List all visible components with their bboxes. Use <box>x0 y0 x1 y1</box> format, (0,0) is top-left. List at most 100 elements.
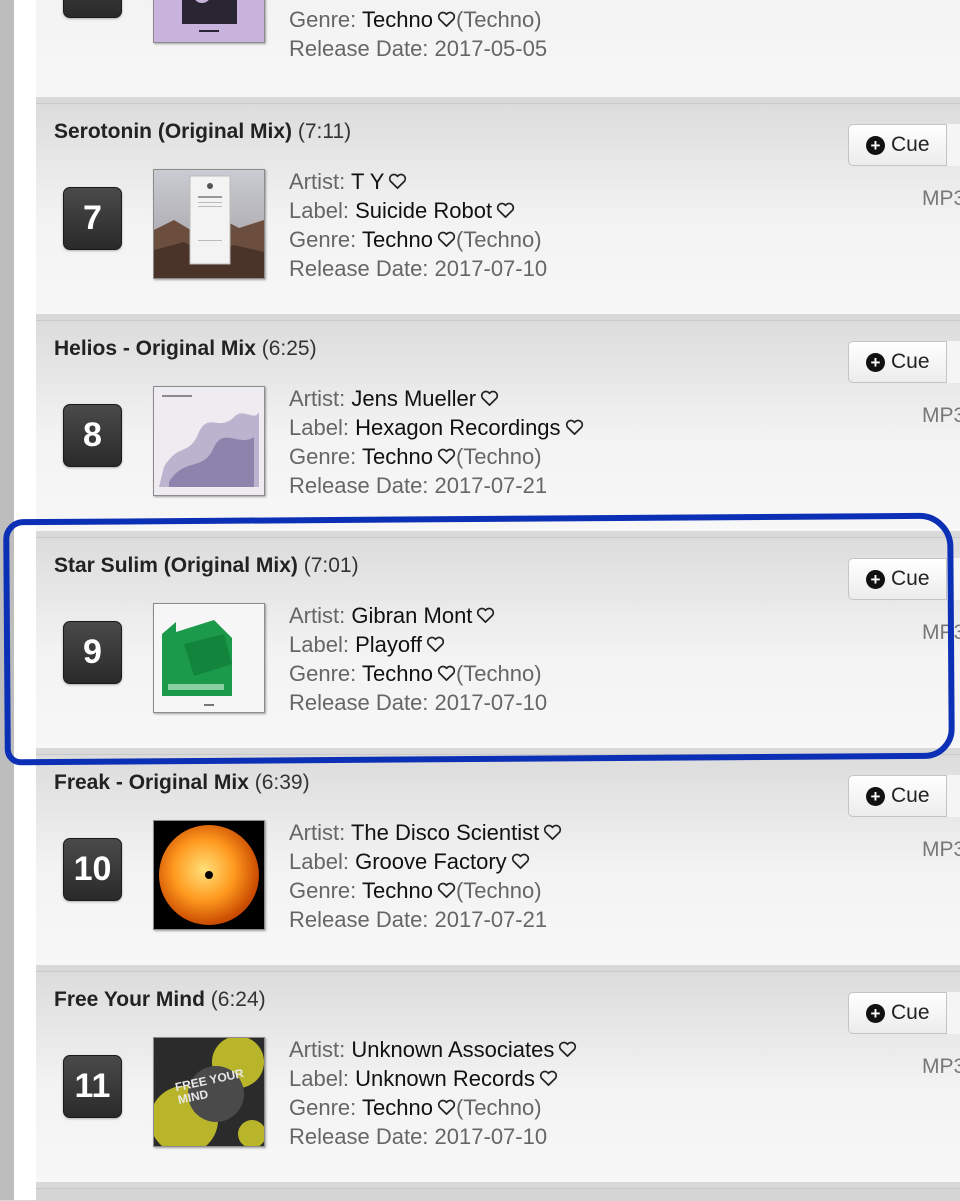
heart-icon[interactable] <box>543 824 562 841</box>
cue-menu-toggle[interactable] <box>946 992 960 1034</box>
rank-badge: 7 <box>63 187 122 250</box>
label-link[interactable]: Playoff <box>355 632 422 657</box>
label-line: Label: Playoff <box>289 630 547 659</box>
artist-link[interactable]: Gibran Mont <box>351 603 472 628</box>
artist-line: Artist: T Y <box>289 167 547 196</box>
cue-button[interactable]: + Cue <box>848 558 960 600</box>
heart-icon[interactable] <box>437 882 456 899</box>
artist-link[interactable]: Unknown Associates <box>351 1037 554 1062</box>
artist-line: Artist: Gibran Mont <box>289 601 547 630</box>
release-line: Release Date: 2017-07-10 <box>289 1124 548 1149</box>
cue-menu-toggle[interactable] <box>946 124 960 166</box>
release-date: 2017-05-05 <box>434 36 548 61</box>
release-line: Release Date: 2017-07-21 <box>289 473 548 498</box>
heart-icon[interactable] <box>437 448 456 465</box>
plus-circle-icon: + <box>866 569 885 589</box>
cue-button[interactable]: + Cue <box>848 124 960 166</box>
format-label: MP3 <box>922 621 960 644</box>
artist-line: Artist: The Disco Scientist <box>289 818 562 847</box>
cue-menu-toggle[interactable] <box>946 341 960 383</box>
artist-link[interactable]: The Disco Scientist <box>351 820 539 845</box>
label-line: Label: Suicide Robot <box>289 196 547 225</box>
track-title[interactable]: Free Your Mind <box>54 988 205 1011</box>
genre-link[interactable]: Techno <box>362 878 433 903</box>
cover-art-6[interactable] <box>153 0 265 43</box>
cue-button[interactable]: + Cue <box>848 341 960 383</box>
genre-link[interactable]: Techno <box>362 1095 433 1120</box>
cue-menu-toggle[interactable] <box>946 775 960 817</box>
heart-icon[interactable] <box>437 231 456 248</box>
label-link[interactable]: Groove Factory <box>355 849 507 874</box>
heart-icon[interactable] <box>558 1041 577 1058</box>
track-title-row: Freak - Original Mix (6:39) <box>54 771 310 795</box>
track-meta: Artist: Gibran Mont Label: Playoff Genre… <box>289 601 547 717</box>
plus-circle-icon: + <box>866 352 885 372</box>
track-duration: (7:01) <box>303 554 359 577</box>
genre-link[interactable]: Techno <box>362 661 433 686</box>
cover-art-10[interactable] <box>153 820 265 930</box>
track-title[interactable]: Freak - Original Mix <box>54 771 249 794</box>
plus-circle-icon: + <box>866 786 885 806</box>
format-label: MP3 <box>922 838 960 861</box>
track-row-10: Freak - Original Mix (6:39) 10 Artist: T… <box>36 754 960 965</box>
track-row-11: Free Your Mind (6:24) 11 FREE YOUR MIND … <box>36 971 960 1182</box>
plus-circle-icon: + <box>866 1003 885 1023</box>
track-duration: (6:25) <box>261 337 317 360</box>
release-date: 2017-07-10 <box>434 690 548 715</box>
track-meta: Artist: The Disco Scientist Label: Groov… <box>289 818 562 934</box>
label-link[interactable]: Unknown Records <box>355 1066 535 1091</box>
track-title-row: Helios - Original Mix (6:25) <box>54 337 317 361</box>
label-link[interactable]: Hexagon Recordings <box>355 415 560 440</box>
cover-art-9[interactable] <box>153 603 265 713</box>
genre-line: Genre: Techno (Techno) <box>289 661 542 686</box>
format-label: MP3 <box>922 404 960 427</box>
label-line: Label: Groove Factory <box>289 847 562 876</box>
heart-icon[interactable] <box>496 202 515 219</box>
genre-line: Genre: Techno (Techno) <box>289 7 542 32</box>
track-meta: Artist: Unknown Associates Label: Unknow… <box>289 1035 577 1151</box>
label-line: Label: Unknown Records <box>289 1064 577 1093</box>
artist-link[interactable]: T Y <box>351 169 384 194</box>
genre-link[interactable]: Techno <box>362 444 433 469</box>
release-line: Release Date: 2017-07-10 <box>289 256 548 281</box>
rank-badge: 10 <box>63 838 122 901</box>
artist-line: Artist: Jens Mueller <box>289 384 584 413</box>
cue-button[interactable]: + Cue <box>848 992 960 1034</box>
track-meta: Artist: T Y Label: Suicide Robot Genre: … <box>289 167 547 283</box>
genre-line: Genre: Techno (Techno) <box>289 227 542 252</box>
cover-art-8[interactable] <box>153 386 265 496</box>
track-row-7: Serotonin (Original Mix) (7:11) 7 Artist… <box>36 103 960 314</box>
genre-line: Genre: Techno (Techno) <box>289 878 542 903</box>
track-row-9: Star Sulim (Original Mix) (7:01) 9 Artis… <box>36 537 960 748</box>
track-title-row: Serotonin (Original Mix) (7:11) <box>54 120 351 144</box>
release-line: Release Date: 2017-07-21 <box>289 907 548 932</box>
heart-icon[interactable] <box>511 853 530 870</box>
track-title[interactable]: Serotonin (Original Mix) <box>54 120 292 143</box>
release-date: 2017-07-21 <box>434 473 548 498</box>
artist-link[interactable]: Jens Mueller <box>351 386 476 411</box>
page-left-margin <box>14 0 36 1200</box>
heart-icon[interactable] <box>426 636 445 653</box>
cover-art-7[interactable] <box>153 169 265 279</box>
cover-art-11[interactable]: FREE YOUR MIND <box>153 1037 265 1147</box>
heart-icon[interactable] <box>480 390 499 407</box>
heart-icon[interactable] <box>476 607 495 624</box>
track-duration: (6:39) <box>254 771 310 794</box>
cue-menu-toggle[interactable] <box>946 558 960 600</box>
heart-icon[interactable] <box>437 1099 456 1116</box>
track-title-row: Star Sulim (Original Mix) (7:01) <box>54 554 359 578</box>
genre-link[interactable]: Techno <box>362 7 433 32</box>
genre-link[interactable]: Techno <box>362 227 433 252</box>
heart-icon[interactable] <box>539 1070 558 1087</box>
track-row-8: Helios - Original Mix (6:25) 8 Artist: J… <box>36 320 960 531</box>
track-title[interactable]: Helios - Original Mix <box>54 337 256 360</box>
heart-icon[interactable] <box>388 173 407 190</box>
cue-button[interactable]: + Cue <box>848 775 960 817</box>
heart-icon[interactable] <box>437 11 456 28</box>
heart-icon[interactable] <box>437 665 456 682</box>
release-line: Release Date: 2017-05-05 <box>289 36 548 61</box>
label-link[interactable]: Suicide Robot <box>355 198 492 223</box>
rank-badge: 6 <box>63 0 122 18</box>
heart-icon[interactable] <box>565 419 584 436</box>
track-title[interactable]: Star Sulim (Original Mix) <box>54 554 298 577</box>
